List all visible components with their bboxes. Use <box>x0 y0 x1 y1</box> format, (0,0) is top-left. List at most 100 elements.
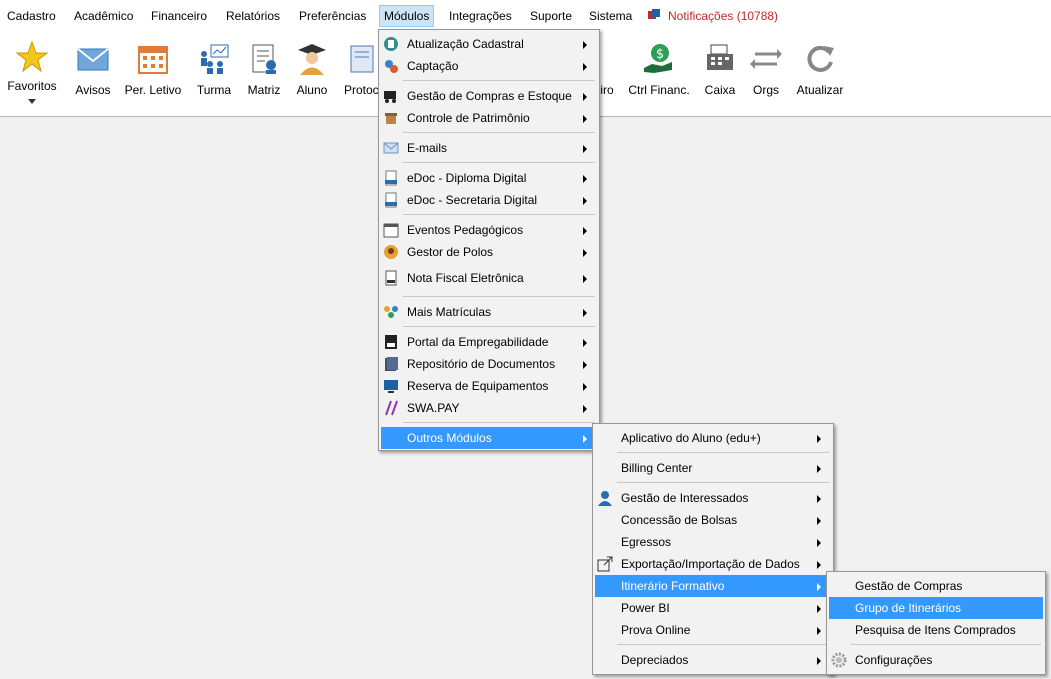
toolbar-label: Atualizar <box>796 83 844 97</box>
menu-item-edoc-secretaria[interactable]: eDoc - Secretaria Digital <box>381 189 597 211</box>
menu-separator <box>403 132 595 133</box>
swapay-icon <box>385 400 398 416</box>
submenu-arrow-icon <box>817 539 821 547</box>
toolbar-per-letivo-button[interactable]: Per. Letivo <box>122 32 184 97</box>
form-icon <box>384 37 398 51</box>
submenu-arrow-icon <box>583 435 587 443</box>
outros-modulos-submenu: Aplicativo do Aluno (edu+) Billing Cente… <box>592 423 834 675</box>
menu-item-mais-matriculas[interactable]: Mais Matrículas <box>381 301 597 323</box>
envelope-icon <box>383 142 399 154</box>
menu-item-configuracoes[interactable]: Configurações <box>829 649 1043 671</box>
menu-item-egressos[interactable]: Egressos <box>595 531 831 553</box>
star-icon <box>15 40 49 73</box>
itinerario-formativo-submenu: Gestão de Compras Grupo de Itinerários P… <box>826 571 1046 675</box>
menu-item-atualizacao-cadastral[interactable]: Atualização Cadastral <box>381 33 597 55</box>
menu-item-prova-online[interactable]: Prova Online <box>595 619 831 641</box>
toolbar-label: Turma <box>196 83 232 97</box>
menu-item-nota-fiscal[interactable]: Nota Fiscal Eletrônica <box>381 267 597 289</box>
menu-item-captacao[interactable]: Captação <box>381 55 597 77</box>
menu-item-label: Reserva de Equipamentos <box>407 379 549 393</box>
menu-item-gestao-compras[interactable]: Gestão de Compras <box>829 575 1043 597</box>
menu-item-reserva-equipamentos[interactable]: Reserva de Equipamentos <box>381 375 597 397</box>
menu-suporte[interactable]: Suporte <box>526 6 576 26</box>
toolbar-caixa-button[interactable]: Caixa <box>700 32 740 97</box>
menu-item-concessao-bolsas[interactable]: Concessão de Bolsas <box>595 509 831 531</box>
menu-item-grupo-itinerarios[interactable]: Grupo de Itinerários <box>829 597 1043 619</box>
menu-item-repositorio-documentos[interactable]: Repositório de Documentos <box>381 353 597 375</box>
toolbar-aluno-button[interactable]: Aluno <box>292 32 332 97</box>
menu-item-emails[interactable]: E-mails <box>381 137 597 159</box>
menu-item-swa-pay[interactable]: SWA.PAY <box>381 397 597 419</box>
menu-separator <box>403 162 595 163</box>
menu-notificacoes[interactable]: Notificações (10788) <box>664 6 782 26</box>
toolbar-label: Avisos <box>75 83 111 97</box>
toolbar-orgs-button[interactable]: Orgs <box>748 32 784 97</box>
person-icon <box>384 245 398 259</box>
toolbar-avisos-button[interactable]: Avisos <box>68 32 118 97</box>
submenu-arrow-icon <box>817 605 821 613</box>
toolbar-favoritos-button[interactable]: Favoritos <box>2 32 62 104</box>
menu-item-gestao-interessados[interactable]: Gestão de Interessados <box>595 487 831 509</box>
menu-bar: Cadastro Acadêmico Financeiro Relatórios… <box>0 0 1051 32</box>
menu-item-pesquisa-itens-comprados[interactable]: Pesquisa de Itens Comprados <box>829 619 1043 641</box>
menu-item-edoc-diploma[interactable]: eDoc - Diploma Digital <box>381 167 597 189</box>
menu-modulos[interactable]: Módulos <box>379 5 435 27</box>
menu-separator <box>403 296 595 297</box>
menu-preferencias[interactable]: Preferências <box>295 6 370 26</box>
menu-item-label: Gestão de Compras e Estoque <box>407 89 572 103</box>
menu-cadastro[interactable]: Cadastro <box>3 6 60 26</box>
menu-item-eventos-pedagogicos[interactable]: Eventos Pedagógicos <box>381 219 597 241</box>
submenu-arrow-icon <box>817 657 821 665</box>
submenu-arrow-icon <box>583 115 587 123</box>
menu-relatorios[interactable]: Relatórios <box>222 6 284 26</box>
submenu-arrow-icon <box>583 361 587 369</box>
toolbar-matriz-button[interactable]: Matriz <box>243 32 285 97</box>
people-icon <box>384 306 398 318</box>
menu-item-label: Gestão de Interessados <box>621 491 749 505</box>
gear-icon <box>831 652 847 668</box>
toolbar-ctrl-financ-button[interactable]: $ Ctrl Financ. <box>626 32 692 97</box>
menu-item-aplicativo-aluno[interactable]: Aplicativo do Aluno (edu+) <box>595 427 831 449</box>
notification-icon <box>648 9 660 19</box>
menu-item-portal-empregabilidade[interactable]: Portal da Empregabilidade <box>381 331 597 353</box>
curriculum-icon <box>252 44 276 74</box>
toolbar-label: Caixa <box>704 83 736 97</box>
menu-item-outros-modulos[interactable]: Outros Módulos <box>381 427 597 449</box>
menu-sistema[interactable]: Sistema <box>585 6 636 26</box>
protocol-icon <box>350 45 374 73</box>
toolbar-label: Per. Letivo <box>124 83 182 97</box>
toolbar-atualizar-button[interactable]: Atualizar <box>793 32 847 97</box>
submenu-arrow-icon <box>817 561 821 569</box>
menu-item-billing-center[interactable]: Billing Center <box>595 457 831 479</box>
submenu-arrow-icon <box>817 583 821 591</box>
submenu-arrow-icon <box>583 383 587 391</box>
menu-item-controle-patrimonio[interactable]: Controle de Patrimônio <box>381 107 597 129</box>
submenu-arrow-icon <box>583 309 587 317</box>
menu-item-power-bi[interactable]: Power BI <box>595 597 831 619</box>
doc-icon <box>385 192 397 208</box>
student-icon <box>298 44 326 75</box>
menu-item-exportacao-importacao[interactable]: Exportação/Importação de Dados <box>595 553 831 575</box>
menu-item-itinerario-formativo[interactable]: Itinerário Formativo <box>595 575 831 597</box>
menu-separator <box>403 214 595 215</box>
menu-academico[interactable]: Acadêmico <box>70 6 137 26</box>
menu-item-label: Portal da Empregabilidade <box>407 335 549 349</box>
menu-item-gestao-compras-estoque[interactable]: Gestão de Compras e Estoque <box>381 85 597 107</box>
box-icon <box>385 113 397 124</box>
submenu-arrow-icon <box>583 275 587 283</box>
chevron-down-icon <box>28 99 36 104</box>
menu-item-label: Itinerário Formativo <box>621 579 725 593</box>
menu-integracoes[interactable]: Integrações <box>445 6 516 26</box>
menu-item-depreciados[interactable]: Depreciados <box>595 649 831 671</box>
menu-item-label: eDoc - Secretaria Digital <box>407 193 538 207</box>
menu-item-label: Controle de Patrimônio <box>407 111 530 125</box>
submenu-arrow-icon <box>817 627 821 635</box>
menu-item-label: Aplicativo do Aluno (edu+) <box>621 431 761 445</box>
menu-financeiro[interactable]: Financeiro <box>147 6 211 26</box>
person-headset-icon <box>598 491 612 506</box>
menu-separator <box>403 422 595 423</box>
toolbar-turma-button[interactable]: Turma <box>192 32 236 97</box>
submenu-arrow-icon <box>583 63 587 71</box>
menu-separator <box>403 80 595 81</box>
menu-item-gestor-polos[interactable]: Gestor de Polos <box>381 241 597 263</box>
